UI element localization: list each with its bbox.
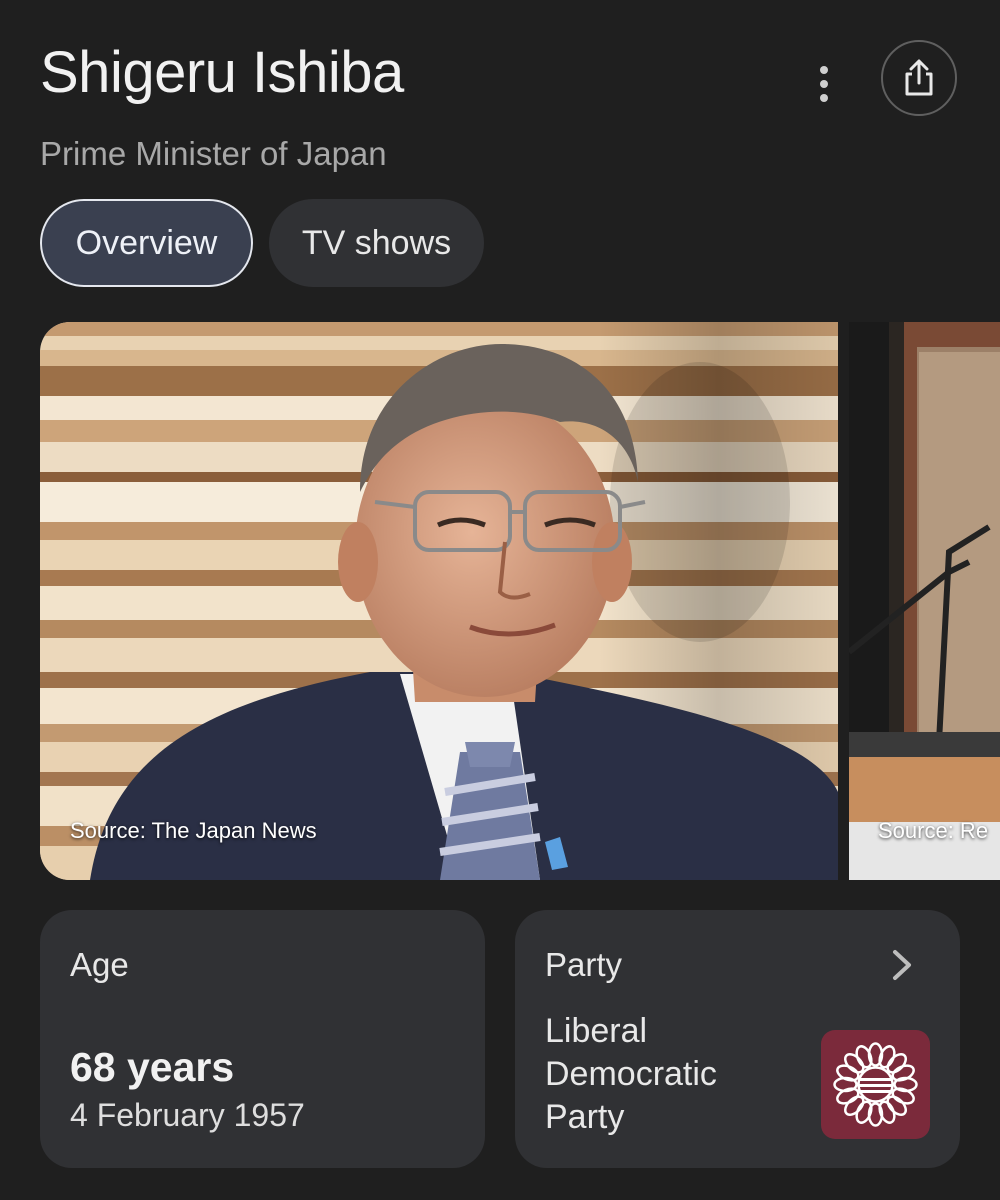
birth-date: 4 February 1957 xyxy=(70,1097,305,1133)
more-options-button[interactable] xyxy=(800,60,848,108)
age-value: 68 years xyxy=(70,1044,235,1090)
image-podium[interactable]: Source: Re xyxy=(849,322,1000,880)
age-label: Age xyxy=(70,946,129,983)
image-portrait[interactable]: Source: The Japan News xyxy=(40,322,838,880)
page-subtitle: Prime Minister of Japan xyxy=(40,135,387,172)
more-vert-dot xyxy=(820,94,828,102)
share-button[interactable] xyxy=(881,40,957,116)
party-label: Party xyxy=(545,946,623,983)
tab-tv-shows[interactable]: TV shows xyxy=(269,199,484,287)
chrysanthemum-emblem xyxy=(833,1042,918,1127)
tab-overview[interactable]: Overview xyxy=(40,199,253,287)
share-icon xyxy=(905,59,933,96)
age-card: Age 68 years 4 February 1957 xyxy=(40,910,485,1168)
portrait-image xyxy=(40,322,838,880)
image-source-label: Source: The Japan News xyxy=(70,818,317,843)
ldp-logo-icon xyxy=(821,1030,930,1139)
tab-tv-shows-label: TV shows xyxy=(301,223,452,262)
chevron-right-icon xyxy=(893,950,911,980)
page-title: Shigeru Ishiba xyxy=(40,40,404,105)
knowledge-panel: Shigeru Ishiba Prime Minister of Japan O… xyxy=(0,0,1000,1200)
tab-overview-label: Overview xyxy=(75,223,218,262)
party-name: Liberal Democratic Party xyxy=(545,1012,717,1136)
more-vert-dot xyxy=(820,80,828,88)
podium-image xyxy=(849,322,1000,880)
party-card[interactable]: Party Liberal Democratic Party xyxy=(515,910,960,1168)
more-vert-icon xyxy=(820,66,828,74)
image-source-label: Source: Re xyxy=(878,818,989,843)
